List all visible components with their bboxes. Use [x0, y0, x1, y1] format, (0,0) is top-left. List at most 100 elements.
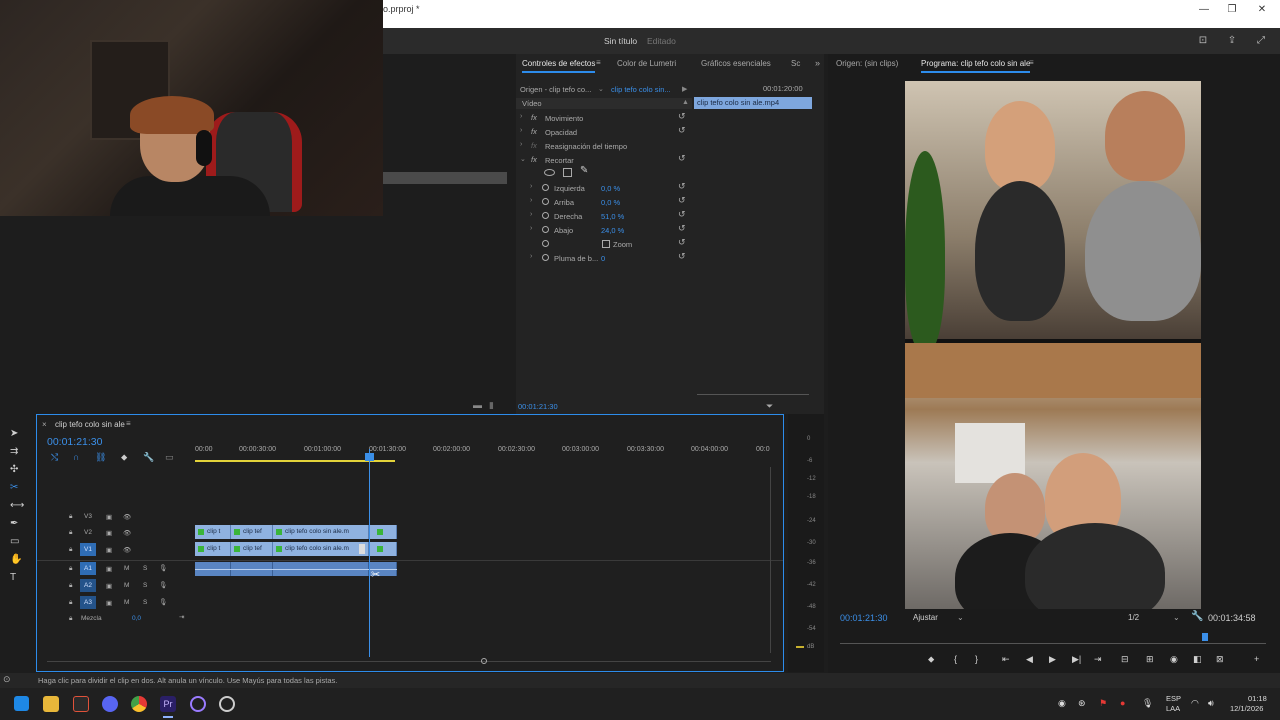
mix-value[interactable]: 0,0: [132, 615, 141, 622]
stopwatch-icon[interactable]: [542, 254, 549, 261]
multicam-icon[interactable]: ⊠: [1216, 654, 1224, 665]
pen-mask-icon[interactable]: ✎: [580, 165, 588, 176]
add-button-icon[interactable]: +: [1254, 654, 1259, 664]
param-value[interactable]: 51,0 %: [601, 212, 624, 221]
reset-icon[interactable]: ↺: [678, 125, 686, 136]
lock-icon[interactable]: 🔒︎: [69, 529, 72, 537]
track-label-a3[interactable]: A3: [80, 596, 96, 609]
reset-icon[interactable]: ↺: [678, 209, 686, 220]
microphone-icon[interactable]: 🎙︎: [159, 564, 167, 572]
step-back-icon[interactable]: ◀: [1026, 654, 1033, 665]
video-clip[interactable]: [369, 525, 397, 539]
effect-movimiento[interactable]: Movimiento: [545, 114, 583, 123]
tray-app-icon[interactable]: ●: [1120, 698, 1125, 708]
track-label-a2[interactable]: A2: [80, 579, 96, 592]
microphone-icon[interactable]: 🎙︎: [159, 581, 167, 589]
camera-icon[interactable]: ◉: [1170, 654, 1178, 665]
mute-button[interactable]: M: [124, 599, 129, 606]
tab-lumetri[interactable]: Color de Lumetri: [617, 59, 676, 68]
sync-icon[interactable]: ▣: [106, 546, 112, 554]
captions-icon[interactable]: ▭: [165, 452, 174, 463]
play-icon[interactable]: ▶: [1049, 654, 1056, 665]
tray-app-icon[interactable]: ⚑: [1099, 698, 1107, 709]
track-label-a1[interactable]: A1: [80, 562, 96, 575]
timeline-timecode[interactable]: 00:01:21:30: [47, 436, 102, 448]
selection-tool-icon[interactable]: ➤: [10, 428, 18, 439]
sync-icon[interactable]: ▣: [106, 565, 112, 573]
expand-icon[interactable]: ›: [530, 225, 532, 232]
edit-point[interactable]: [359, 544, 365, 554]
video-clip[interactable]: clip tef: [231, 542, 273, 556]
extract-icon[interactable]: ⊞: [1146, 654, 1154, 665]
tab-more[interactable]: Sc: [791, 59, 800, 68]
lock-icon[interactable]: 🔒︎: [69, 513, 72, 521]
ripple-tool-icon[interactable]: ✣: [10, 464, 18, 475]
resolution-dropdown[interactable]: 1/2: [1128, 613, 1139, 622]
mute-button[interactable]: M: [124, 582, 129, 589]
lock-icon[interactable]: 🔒︎: [69, 546, 72, 554]
effect-reasignacion[interactable]: Reasignación del tiempo: [545, 142, 627, 151]
share-icon[interactable]: ⇪: [1226, 35, 1238, 47]
add-marker-icon[interactable]: ⬥: [928, 654, 934, 665]
chevron-down-icon[interactable]: ⌄: [1173, 613, 1180, 622]
expand-icon[interactable]: ›: [530, 253, 532, 260]
chrome-icon[interactable]: [131, 696, 147, 712]
lock-icon[interactable]: 🔒︎: [69, 615, 72, 623]
solo-button[interactable]: S: [143, 599, 147, 606]
timeline-playhead[interactable]: [369, 449, 370, 657]
video-clip[interactable]: [369, 542, 397, 556]
chevron-right-icon[interactable]: »: [815, 58, 820, 68]
step-forward-icon[interactable]: ▶|: [1072, 654, 1081, 665]
windows-start-icon[interactable]: [14, 696, 29, 711]
close-icon[interactable]: ×: [42, 420, 47, 429]
effect-recortar[interactable]: Recortar: [545, 156, 574, 165]
track-select-tool-icon[interactable]: ⇉: [10, 446, 18, 457]
sync-icon[interactable]: ▣: [106, 513, 112, 521]
tab-source-monitor[interactable]: Origen: (sin clips): [836, 59, 898, 68]
tray-app-icon[interactable]: ◉: [1058, 698, 1066, 709]
program-playhead[interactable]: [1202, 633, 1208, 641]
program-current-time[interactable]: 00:01:21:30: [840, 613, 888, 623]
expand-icon[interactable]: ›: [530, 183, 532, 190]
reset-icon[interactable]: ↺: [678, 223, 686, 234]
premiere-icon[interactable]: Pr: [160, 696, 176, 712]
stopwatch-icon[interactable]: [542, 198, 549, 205]
reset-icon[interactable]: ↺: [678, 195, 686, 206]
add-marker-icon[interactable]: ⬥: [121, 452, 127, 463]
playhead-handle[interactable]: [365, 453, 374, 461]
mute-button[interactable]: M: [124, 565, 129, 572]
expand-icon[interactable]: ›: [520, 113, 522, 120]
zoom-checkbox[interactable]: [602, 240, 610, 248]
panel-menu-icon[interactable]: ≡: [596, 58, 601, 67]
ellipse-mask-icon[interactable]: [544, 169, 555, 176]
track-label-v1[interactable]: V1: [80, 543, 96, 556]
tray-app-icon[interactable]: ⊛: [1078, 698, 1086, 709]
language-indicator-sub[interactable]: LAA: [1166, 704, 1180, 713]
video-clip[interactable]: clip tef: [231, 525, 273, 539]
filter-icon[interactable]: ⏷: [766, 401, 773, 412]
param-value[interactable]: 0,0 %: [601, 184, 620, 193]
solo-button[interactable]: S: [143, 565, 147, 572]
stopwatch-icon[interactable]: [542, 240, 549, 247]
microphone-icon[interactable]: 🎙︎: [1142, 698, 1153, 709]
panel-menu-icon[interactable]: ≡: [1029, 58, 1034, 67]
reset-icon[interactable]: ↺: [678, 181, 686, 192]
expand-icon[interactable]: ›: [530, 211, 532, 218]
scroll-handle[interactable]: [481, 658, 487, 664]
chevron-down-icon[interactable]: ⌄: [598, 85, 604, 93]
close-button[interactable]: ✕: [1248, 2, 1276, 18]
discord-icon[interactable]: [102, 696, 118, 712]
video-clip[interactable]: clip t: [195, 542, 231, 556]
reset-icon[interactable]: ↺: [678, 237, 686, 248]
eye-icon[interactable]: 👁︎: [123, 546, 131, 554]
sync-icon[interactable]: ▣: [106, 599, 112, 607]
microphone-icon[interactable]: 🎙︎: [159, 598, 167, 606]
zoom-scrollbar[interactable]: [697, 394, 809, 395]
video-clip[interactable]: clip t: [195, 525, 231, 539]
lock-icon[interactable]: 🔒︎: [69, 565, 72, 573]
app-icon[interactable]: [219, 696, 235, 712]
source-label[interactable]: Origen - clip tefo co...: [520, 85, 591, 94]
wifi-icon[interactable]: ◠: [1191, 698, 1199, 709]
horizontal-scrollbar[interactable]: [47, 661, 771, 662]
param-value[interactable]: 0,0 %: [601, 198, 620, 207]
